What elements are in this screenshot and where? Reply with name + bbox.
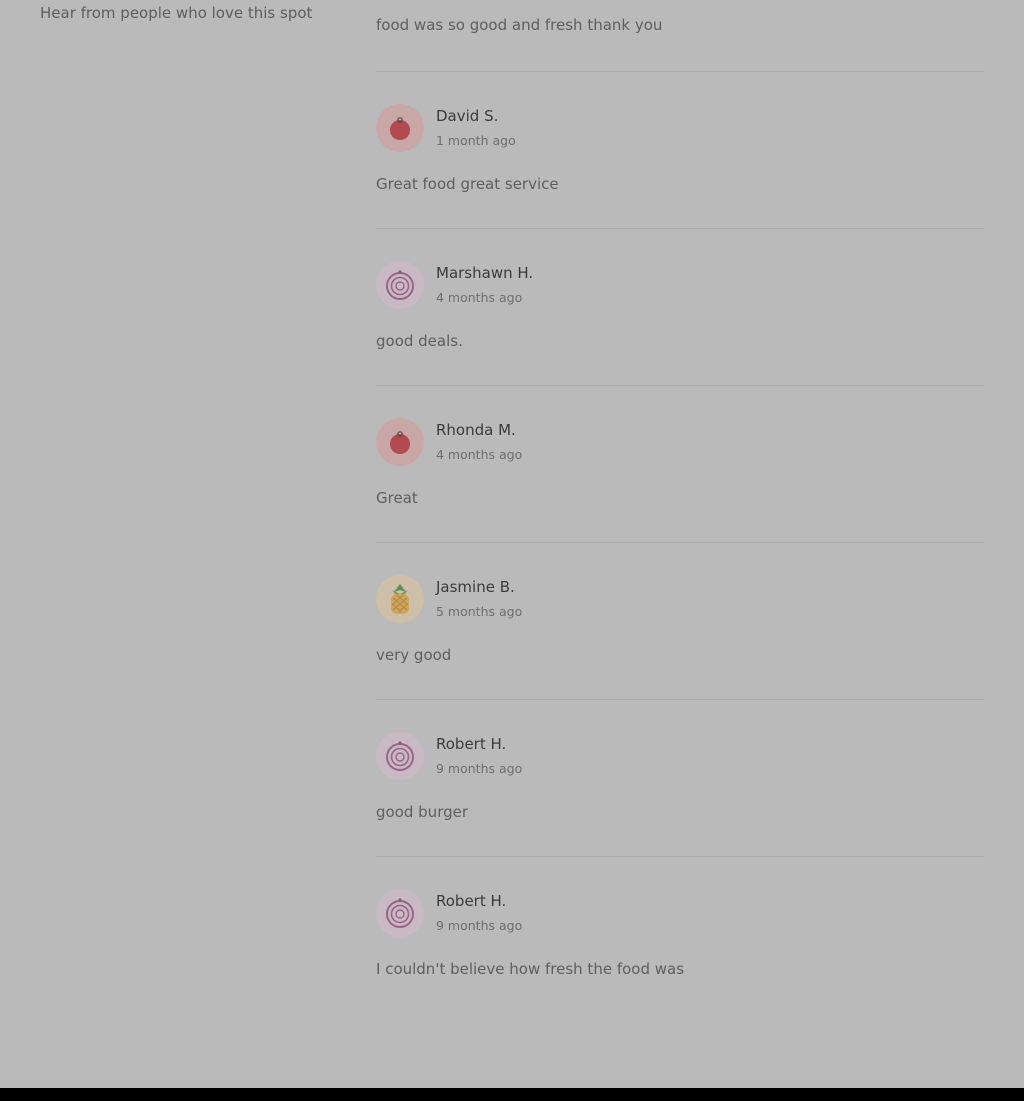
reviewer-name: Rhonda M. [436,421,516,439]
review-text: food was so good and fresh thank you [376,16,663,34]
review-text: very good [376,646,452,664]
avatar [376,732,424,780]
review-item: Robert H. 9 months ago I couldn't believ… [376,857,984,1014]
sidebar-subtitle: Hear from people who love this spot [40,4,313,22]
review-text: I couldn't believe how fresh the food wa… [376,960,685,978]
pineapple-icon [391,584,409,614]
review-item: Rhonda M. 4 months ago Great [376,386,984,543]
review-item: Jasmine B. 5 months ago very good [376,543,984,700]
reviewer-name: David S. [436,107,499,125]
avatar [376,889,424,937]
avatar [376,104,424,152]
reviewer-name: Robert H. [436,892,507,910]
onion-icon [386,898,414,928]
reviewer-name: Jasmine B. [436,578,515,596]
review-text: good deals. [376,332,463,350]
review-item: Marshawn H. 4 months ago good deals. [376,229,984,386]
review-date: 1 month ago [436,133,516,148]
review-item: Robert H. 9 months ago good burger [376,700,984,857]
onion-icon [386,741,414,771]
reviewer-name: Marshawn H. [436,264,534,282]
review-item: David S. 1 month ago Great food great se… [376,72,984,229]
avatar [376,418,424,466]
review-text: Great [376,489,418,507]
review-text: Great food great service [376,175,559,193]
review-date: 4 months ago [436,447,523,462]
review-text: good burger [376,803,469,821]
avatar [376,261,424,309]
review-date: 4 months ago [436,290,523,305]
reviewer-name: Robert H. [436,735,507,753]
review-date: 9 months ago [436,761,523,776]
onion-icon [386,270,414,300]
review-date: 5 months ago [436,604,523,619]
avatar [376,575,424,623]
review-date: 9 months ago [436,918,523,933]
tomato-icon [390,431,410,454]
tomato-icon [390,117,410,140]
footer-bar [0,1088,1024,1101]
